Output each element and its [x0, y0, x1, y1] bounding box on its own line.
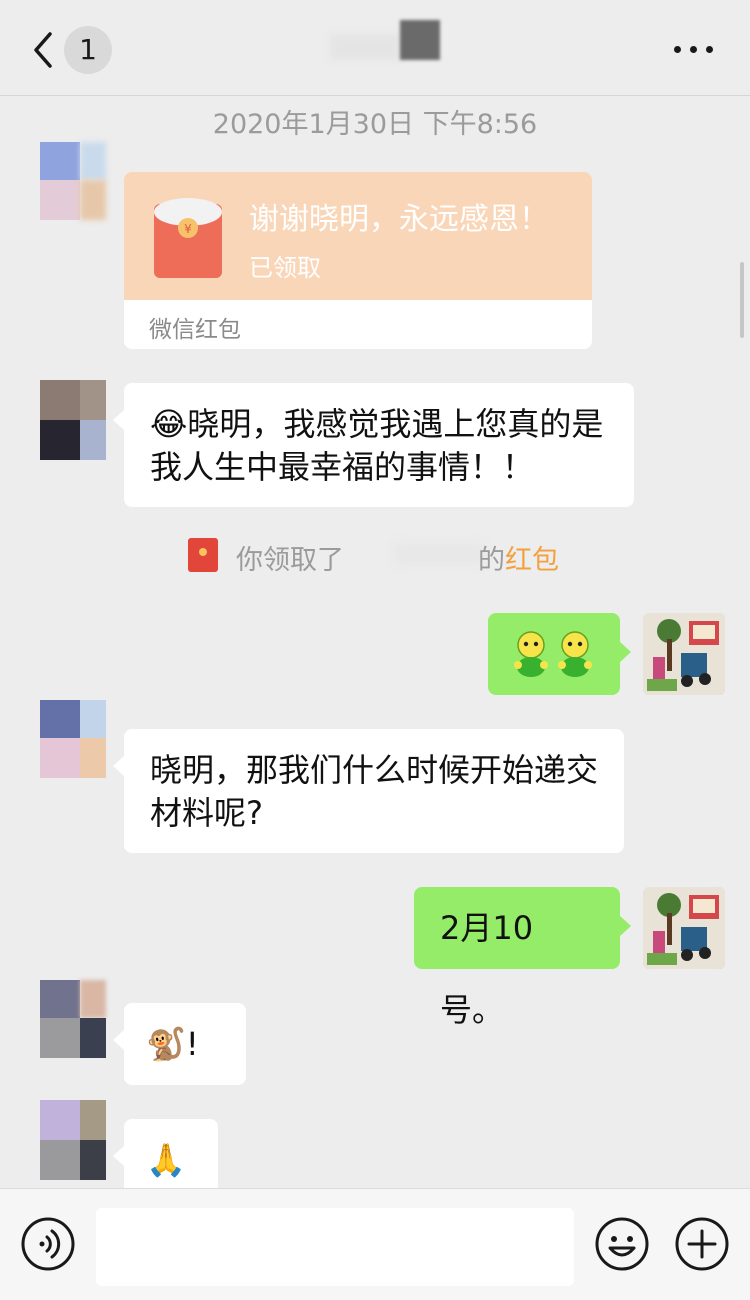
message-input[interactable] [96, 1208, 574, 1286]
message-bubble[interactable]: 晓明，那我们什么时候开始递交材料呢? [113, 729, 624, 853]
notice-text: 的 [478, 545, 505, 576]
contact-avatar[interactable] [40, 1100, 106, 1180]
chevron-left-icon [34, 32, 52, 68]
contact-avatar[interactable] [40, 700, 106, 780]
message-bubble[interactable]: 🐒! [113, 1003, 246, 1085]
red-packet-link[interactable]: 红包 [505, 538, 559, 577]
my-avatar[interactable] [643, 887, 725, 969]
red-packet-card[interactable]: ¥ 谢谢晓明，永远感恩！ 已领取 微信红包 [124, 172, 592, 349]
red-packet-status: 已领取 [249, 254, 321, 282]
contact-avatar[interactable] [40, 142, 106, 222]
voice-input-button[interactable] [20, 1216, 76, 1272]
more-options-button[interactable] [672, 36, 716, 60]
toy-scene-photo [643, 887, 725, 969]
message-timestamp: 2020年1月30日 下午8:56 [212, 109, 538, 140]
notice-text: 你领取了 [236, 545, 344, 576]
message-bubble[interactable]: 2月10号。 [414, 887, 631, 1029]
chat-header: 1 [0, 0, 750, 96]
red-envelope-icon: ¥ [154, 198, 222, 278]
contact-avatar[interactable] [40, 380, 106, 460]
more-functions-button[interactable] [674, 1216, 730, 1272]
red-packet-label: 微信红包 [149, 317, 241, 343]
message-bubble[interactable]: 😂晓明，我感觉我遇上您真的是我人生中最幸福的事情！！ [113, 383, 634, 507]
unread-count-badge[interactable]: 1 [64, 26, 112, 74]
plus-icon [675, 1217, 729, 1271]
chat-title-redacted [330, 20, 442, 62]
sender-name-redacted [394, 544, 484, 564]
red-packet-title: 谢谢晓明，永远感恩！ [249, 202, 549, 237]
scrollbar[interactable] [740, 262, 744, 338]
emoji-icon [514, 631, 592, 677]
message-input-bar [0, 1188, 750, 1300]
red-packet-header: ¥ 谢谢晓明，永远感恩！ 已领取 [124, 172, 592, 300]
more-icon [674, 46, 681, 53]
my-avatar[interactable] [643, 613, 725, 695]
svg-text:¥: ¥ [184, 222, 192, 236]
back-button[interactable] [28, 30, 58, 70]
contact-avatar[interactable] [40, 980, 106, 1060]
toy-scene-photo [643, 613, 725, 695]
emoji-button[interactable] [594, 1216, 650, 1272]
message-bubble[interactable] [488, 613, 631, 695]
smiley-icon [595, 1217, 649, 1271]
voice-icon [21, 1217, 75, 1271]
red-envelope-icon [188, 538, 218, 572]
